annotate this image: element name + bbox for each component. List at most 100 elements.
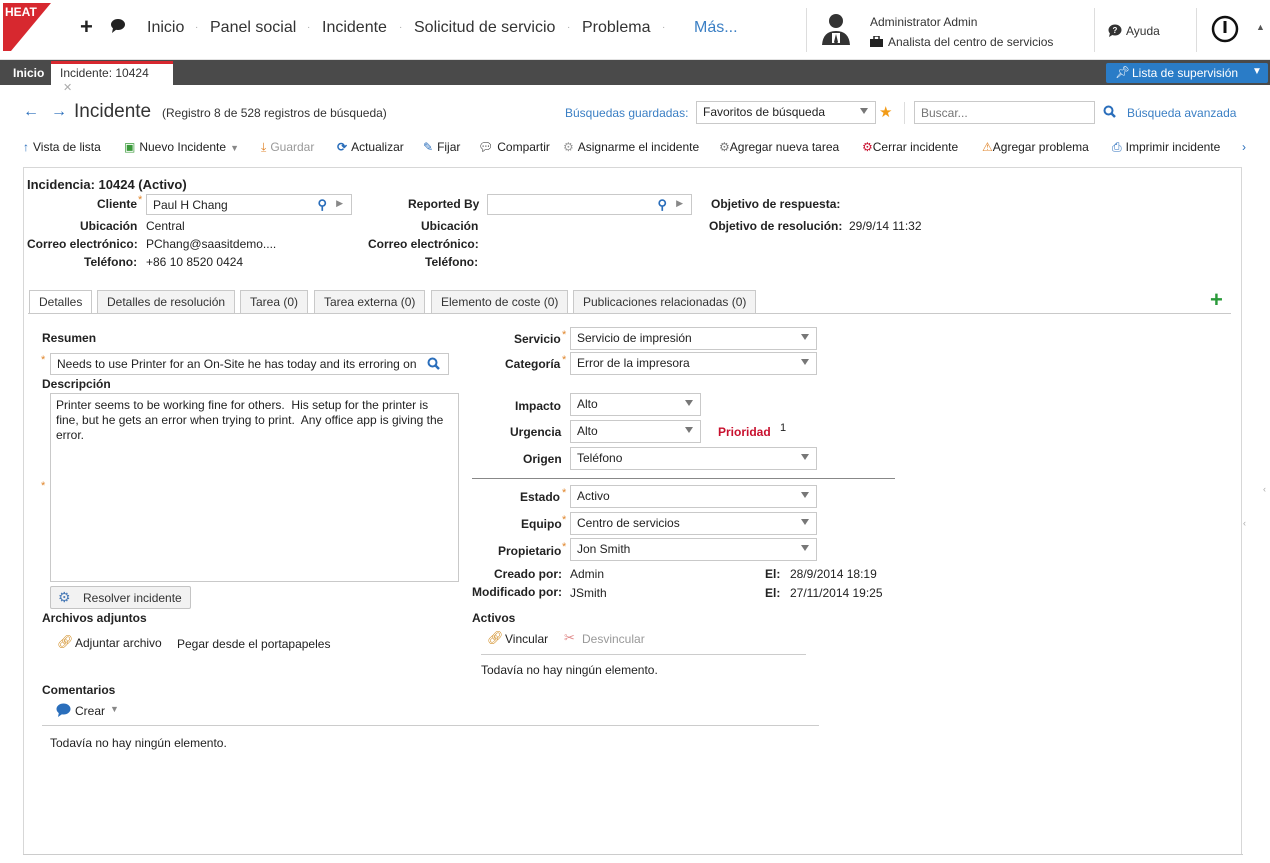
share-button[interactable]: 💬︎ Compartir (478, 140, 550, 154)
record-counter: (Registro 8 de 528 registros de búsqueda… (162, 106, 387, 120)
save-label: Guardar (270, 140, 315, 154)
tab-external-tasks[interactable]: Tarea externa (0) (314, 290, 426, 313)
nav-item-panel-social[interactable]: Panel social (210, 19, 296, 37)
attach-file-link[interactable]: Adjuntar archivo (75, 636, 162, 650)
customer-field[interactable]: Paul H Chang ⚲ ▶ (146, 194, 352, 215)
tab-related-posts[interactable]: Publicaciones relacionadas (0) (573, 290, 757, 313)
resolve-incident-button[interactable]: ⚙ Resolver incidente (50, 586, 191, 609)
nav-separator: · (567, 22, 571, 33)
user-name[interactable]: Administrator Admin (870, 15, 977, 29)
chevron-right-icon[interactable]: ▶ (676, 198, 683, 209)
add-icon[interactable]: + (80, 14, 93, 40)
chevron-down-icon (801, 334, 809, 340)
divider (806, 8, 807, 52)
divider (1094, 8, 1095, 52)
created-by-value: Admin (570, 567, 605, 581)
close-incident-label: Cerrar incidente (872, 140, 959, 154)
search-icon[interactable]: ⚲ (317, 197, 327, 213)
chat-icon[interactable] (110, 18, 126, 36)
owner-value: Jon Smith (577, 542, 631, 556)
list-view-button[interactable]: ↑ Vista de lista (23, 140, 101, 154)
summary-label: Resumen (42, 331, 97, 345)
create-comment-button[interactable]: Crear (75, 704, 105, 718)
add-task-label: Agregar nueva tarea (729, 140, 840, 154)
urgency-select[interactable]: Alto (570, 420, 701, 443)
watchlist-button[interactable]: 📌︎ Lista de supervisión ▼ (1106, 63, 1268, 83)
nav-separator: · (195, 22, 199, 33)
chevron-right-icon[interactable]: ▶ (336, 198, 343, 209)
nav-item-incidente[interactable]: Incidente (322, 19, 387, 37)
owner-label: Propietario (498, 544, 562, 558)
close-icon[interactable]: ✕ (63, 82, 72, 94)
pin-button[interactable]: ✎ Fijar (423, 140, 460, 154)
heat-logo[interactable]: HEAT (3, 3, 51, 51)
summary-field[interactable]: Needs to use Printer for an On-Site he h… (50, 353, 449, 375)
service-select[interactable]: Servicio de impresión (570, 327, 817, 350)
nav-item-inicio[interactable]: Inicio (147, 19, 184, 37)
search-icon[interactable] (423, 357, 440, 373)
assets-label: Activos (472, 611, 516, 625)
required-marker: * (41, 354, 46, 366)
link-icon: 🔗︎ (487, 630, 504, 645)
help-link[interactable]: Ayuda (1126, 24, 1160, 38)
team-select[interactable]: Centro de servicios (570, 512, 817, 535)
save-button[interactable]: ⤓ Guardar (261, 140, 314, 155)
chevron-down-icon[interactable]: ▼ (110, 704, 119, 714)
tab-tasks[interactable]: Tarea (0) (240, 290, 309, 313)
tab-incident-label: Incidente: 10424 (60, 66, 149, 80)
saved-searches-select[interactable]: Favoritos de búsqueda (696, 101, 876, 124)
search-icon[interactable] (1103, 105, 1116, 121)
chevron-down-icon (685, 400, 693, 406)
refresh-button[interactable]: ⟳ Actualizar (337, 140, 404, 154)
divider (1196, 8, 1197, 52)
collapse-handle-icon[interactable]: ‹ (1243, 518, 1246, 528)
scroll-up-icon[interactable]: ▲ (1256, 22, 1265, 32)
help-icon[interactable]: ? (1108, 24, 1122, 40)
reported-by-label: Reported By (408, 197, 480, 211)
chevron-right-icon[interactable]: › (1242, 140, 1246, 154)
modified-on-label: El: (765, 586, 781, 600)
forward-arrow-icon[interactable]: → (51, 103, 67, 121)
nav-item-more[interactable]: Más... (694, 19, 738, 37)
description-textarea[interactable]: Printer seems to be working fine for oth… (50, 393, 459, 582)
new-incident-button[interactable]: ▣ Nuevo Incidente ▼ (124, 140, 239, 154)
created-on-value: 28/9/2014 18:19 (790, 567, 877, 581)
advanced-search-link[interactable]: Búsqueda avanzada (1127, 106, 1236, 120)
add-task-button[interactable]: ⚙Agregar nueva tarea (719, 140, 839, 154)
tab-resolution-details[interactable]: Detalles de resolución (97, 290, 236, 313)
tab-cost-items[interactable]: Elemento de coste (0) (431, 290, 569, 313)
comment-icon (56, 703, 71, 720)
print-button[interactable]: ⎙ Imprimir incidente (1112, 140, 1220, 155)
divider (481, 654, 806, 655)
paperclip-icon: 🔗︎ (57, 634, 74, 649)
tab-detalles[interactable]: Detalles (29, 290, 93, 314)
search-input[interactable] (914, 101, 1095, 124)
tab-incident[interactable]: Incidente: 10424 ✕ (51, 61, 173, 94)
unlink-asset-button[interactable]: Desvincular (582, 632, 645, 646)
paste-clipboard-link[interactable]: Pegar desde el portapapeles (177, 637, 330, 651)
nav-item-solicitud[interactable]: Solicitud de servicio (414, 19, 555, 37)
back-arrow-icon[interactable]: ← (23, 103, 39, 121)
category-select[interactable]: Error de la impresora (570, 352, 817, 375)
nav-item-problema[interactable]: Problema (582, 19, 650, 37)
power-icon[interactable] (1211, 15, 1239, 46)
assign-to-me-button[interactable]: ⚙ Asignarme el incidente (563, 140, 699, 154)
save-icon: ⤓ (261, 140, 267, 154)
customer-value: Paul H Chang (153, 198, 228, 212)
owner-select[interactable]: Jon Smith (570, 538, 817, 561)
source-select[interactable]: Teléfono (570, 447, 817, 470)
user-avatar-icon[interactable] (820, 12, 852, 49)
add-tab-plus-icon[interactable]: + (1210, 287, 1223, 313)
side-panel-handle-icon[interactable]: ‹ (1263, 484, 1266, 494)
impact-select[interactable]: Alto (570, 393, 701, 416)
reported-by-field[interactable]: ⚲ ▶ (487, 194, 692, 215)
favorite-star-icon[interactable]: ★ (879, 103, 892, 121)
close-incident-button[interactable]: ⚙Cerrar incidente (862, 140, 958, 154)
search-icon[interactable]: ⚲ (657, 197, 667, 213)
service-value: Servicio de impresión (577, 331, 692, 345)
add-problem-button[interactable]: ⚠Agregar problema (982, 140, 1089, 154)
share-icon: 💬︎ (478, 140, 494, 154)
tab-home[interactable]: Inicio (4, 62, 53, 85)
status-select[interactable]: Activo (570, 485, 817, 508)
link-asset-button[interactable]: Vincular (505, 632, 548, 646)
